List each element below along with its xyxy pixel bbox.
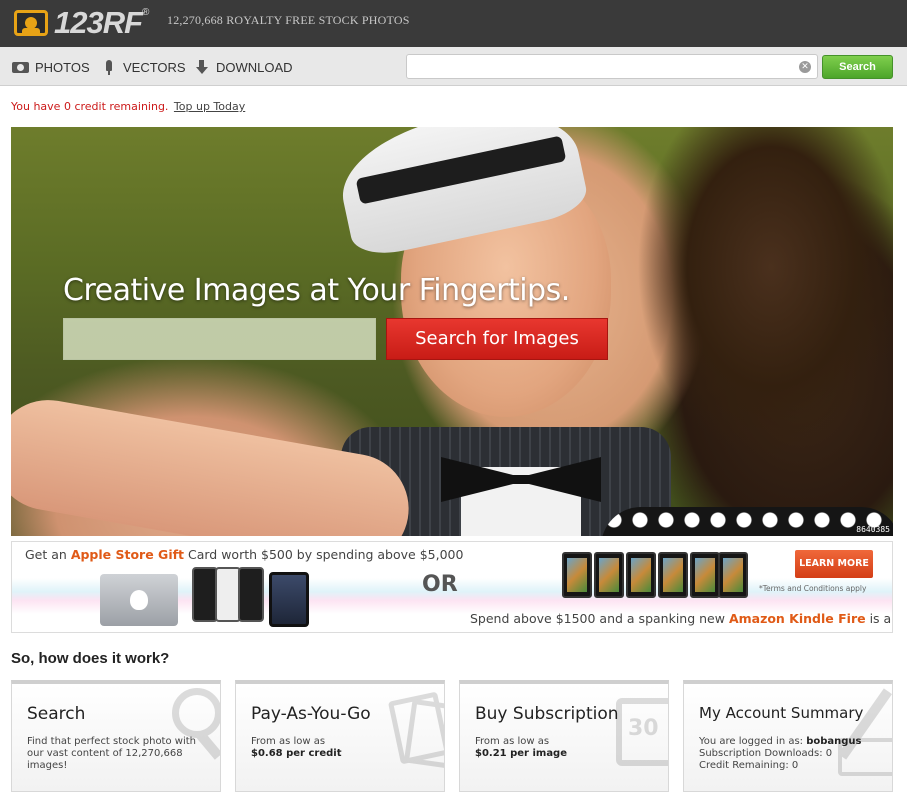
search-box: ✕: [406, 54, 818, 79]
nav-download[interactable]: DOWNLOAD: [193, 58, 293, 76]
tagline: 12,270,668 ROYALTY FREE STOCK PHOTOS: [167, 13, 410, 27]
camera-logo-icon: [14, 10, 48, 36]
card-search[interactable]: Search Find that perfect stock photo wit…: [11, 680, 221, 792]
hero-photo-arm: [11, 391, 418, 536]
search-for-images-button[interactable]: Search for Images: [386, 318, 608, 360]
card-text: From as low as $0.21 per image: [475, 736, 660, 760]
price-intro: From as low as: [251, 736, 326, 747]
download-arrow-icon: [193, 59, 211, 75]
promo-text: Get an: [25, 547, 71, 562]
camera-icon: [12, 59, 30, 75]
hero-photo-dress: [601, 507, 893, 536]
card-title: Buy Subscription: [475, 704, 619, 724]
kindle-image: [562, 552, 592, 598]
search-button[interactable]: Search: [822, 55, 893, 79]
pen-nib-icon: [100, 59, 118, 75]
price-intro: From as low as: [475, 736, 550, 747]
credit-notice: You have 0 credit remaining. Top up Toda…: [11, 100, 245, 113]
search-input[interactable]: [407, 55, 787, 78]
card-title: My Account Summary: [699, 704, 864, 722]
price-value: $0.68 per credit: [251, 748, 342, 759]
price-value: $0.21 per image: [475, 748, 568, 759]
how-it-works-title: So, how does it work?: [11, 650, 170, 667]
hero-search-input[interactable]: [63, 318, 376, 360]
top-bar: 123RF ® 12,270,668 ROYALTY FREE STOCK PH…: [0, 0, 907, 47]
logo-text: 123RF: [54, 5, 143, 40]
promo-text: Spend above $1500 and a spanking new: [470, 611, 729, 626]
nav-photos-label: PHOTOS: [35, 59, 90, 75]
card-buy-subscription[interactable]: Buy Subscription From as low as $0.21 pe…: [459, 680, 669, 792]
promo-banner[interactable]: Get an Apple Store Gift Card worth $500 …: [11, 541, 893, 633]
login-label: You are logged in as:: [699, 736, 807, 747]
card-text: Find that perfect stock photo with our v…: [27, 736, 196, 771]
nav-photos[interactable]: PHOTOS: [12, 58, 90, 76]
card-text: From as low as $0.68 per credit: [251, 736, 436, 760]
promo-text: is all yours !: [869, 611, 892, 626]
promo-line-apple: Get an Apple Store Gift Card worth $500 …: [25, 547, 463, 562]
kindle-image: [718, 552, 748, 598]
card-pay-as-you-go[interactable]: Pay-As-You-Go From as low as $0.68 per c…: [235, 680, 445, 792]
card-account-summary[interactable]: My Account Summary You are logged in as:…: [683, 680, 893, 792]
card-title: Pay-As-You-Go: [251, 704, 371, 724]
credit-remaining: Credit Remaining: 0: [699, 760, 799, 771]
promo-text: Card worth $500 by spending above $5,000: [184, 547, 464, 562]
promo-line-kindle: Spend above $1500 and a spanking new Ama…: [470, 611, 892, 626]
card-text: You are logged in as: bobangus Subscript…: [699, 736, 884, 772]
subscription-downloads: Subscription Downloads: 0: [699, 748, 833, 759]
promo-or: OR: [422, 572, 458, 597]
login-status: You are logged in as: bobangus: [699, 736, 884, 748]
username: bobangus: [806, 736, 862, 747]
card-title: Search: [27, 704, 86, 724]
nav-download-label: DOWNLOAD: [216, 59, 293, 75]
kindle-image: [594, 552, 624, 598]
kindle-image: [626, 552, 656, 598]
site-logo[interactable]: 123RF ®: [14, 5, 154, 40]
ipad-image: [269, 572, 309, 627]
hero-banner: Creative Images at Your Fingertips. Sear…: [11, 127, 893, 536]
photo-id: 8640385: [856, 525, 890, 534]
credit-message: You have 0 credit remaining.: [11, 100, 169, 113]
promo-highlight: Amazon Kindle Fire: [728, 611, 866, 626]
macbook-image: [100, 574, 178, 626]
nav-bar: PHOTOS VECTORS DOWNLOAD ✕ Search: [0, 47, 907, 86]
iphone-image: [238, 567, 264, 622]
nav-vectors-label: VECTORS: [123, 59, 186, 75]
promo-highlight: Apple Store Gift: [70, 547, 185, 562]
registered-mark: ®: [142, 7, 150, 18]
learn-more-button[interactable]: LEARN MORE: [795, 550, 873, 578]
top-up-link[interactable]: Top up Today: [174, 100, 245, 113]
hero-title: Creative Images at Your Fingertips.: [63, 273, 570, 308]
kindle-image: [658, 552, 688, 598]
kindle-image: [690, 552, 720, 598]
terms-note: *Terms and Conditions apply: [759, 584, 867, 593]
nav-vectors[interactable]: VECTORS: [100, 58, 186, 76]
clear-search-icon[interactable]: ✕: [799, 61, 811, 73]
